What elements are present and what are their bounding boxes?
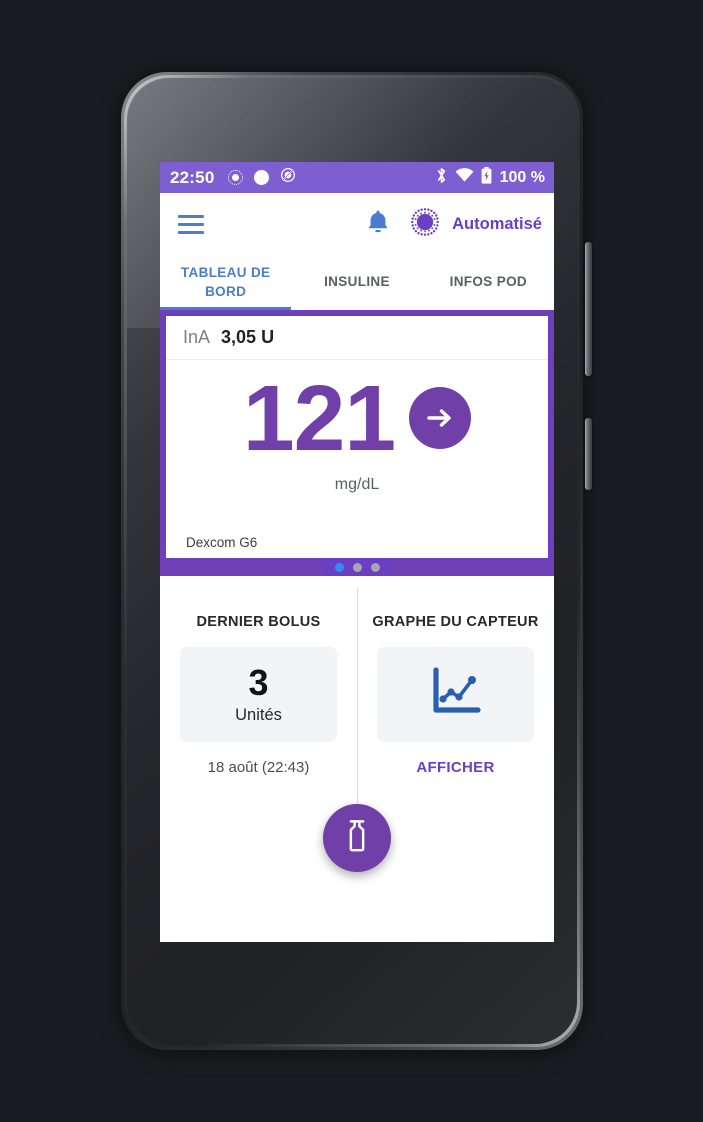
last-bolus-timestamp: 18 août (22:43) bbox=[207, 759, 310, 776]
automated-mode-label: Automatisé bbox=[452, 214, 542, 233]
last-bolus-section: DERNIER BOLUS 3 Unités 18 août (22:43) bbox=[160, 576, 357, 922]
tab-insuline[interactable]: INSULINE bbox=[291, 255, 422, 310]
screenshot-root: 22:50 100 % Automatisé TABLEAU DE BORD I… bbox=[0, 0, 703, 1122]
page-indicator[interactable] bbox=[322, 558, 392, 576]
glucose-reading-body: 121 mg/dL Dexcom G6 bbox=[166, 360, 548, 558]
iob-label: InA bbox=[183, 327, 211, 347]
volume-button[interactable] bbox=[585, 242, 592, 376]
battery-percent-label: 100 % bbox=[499, 168, 545, 186]
glucose-value: 121 bbox=[242, 366, 396, 470]
page-dot-3[interactable] bbox=[370, 562, 380, 572]
automated-mode-chip[interactable]: Automatisé bbox=[406, 203, 542, 246]
last-bolus-amount: 3 bbox=[248, 661, 269, 703]
recording-dot-icon bbox=[254, 170, 270, 185]
notification-bell-icon[interactable] bbox=[366, 209, 390, 240]
hamburger-line bbox=[178, 230, 204, 234]
tab-infos-pod[interactable]: INFOS POD bbox=[423, 255, 554, 310]
tab-tableau-de-bord[interactable]: TABLEAU DE BORD bbox=[160, 255, 291, 310]
add-bolus-fab[interactable] bbox=[323, 804, 391, 872]
glucose-card[interactable]: InA 3,05 U 121 mg/dL Dexcom G6 bbox=[163, 313, 551, 558]
panel-divider bbox=[357, 588, 358, 808]
sensor-graph-tile[interactable] bbox=[377, 647, 534, 742]
insulin-on-board-row: InA 3,05 U bbox=[166, 316, 548, 360]
hamburger-menu-icon[interactable] bbox=[178, 214, 204, 234]
wifi-icon bbox=[455, 167, 474, 188]
last-bolus-tile[interactable]: 3 Unités bbox=[180, 647, 337, 742]
page-dot-2[interactable] bbox=[352, 562, 362, 572]
automated-mode-icon bbox=[406, 203, 444, 246]
bluetooth-icon bbox=[435, 167, 448, 189]
battery-icon bbox=[481, 166, 492, 189]
glucose-reading-row: 121 bbox=[166, 366, 548, 470]
status-left-icons bbox=[228, 167, 296, 188]
app-bar: Automatisé bbox=[160, 193, 554, 255]
last-bolus-unit-label: Unités bbox=[235, 705, 282, 724]
glucose-sensor-source: Dexcom G6 bbox=[186, 535, 258, 550]
sensor-graph-view-button[interactable]: AFFICHER bbox=[416, 759, 494, 776]
iob-value: 3,05 U bbox=[221, 327, 275, 347]
do-not-disturb-icon bbox=[280, 167, 296, 188]
bottom-panel: DERNIER BOLUS 3 Unités 18 août (22:43) G… bbox=[160, 576, 554, 922]
glucose-card-container: InA 3,05 U 121 mg/dL Dexcom G6 bbox=[160, 310, 554, 558]
last-bolus-title: DERNIER BOLUS bbox=[196, 614, 321, 630]
hamburger-line bbox=[178, 222, 204, 226]
status-time: 22:50 bbox=[170, 167, 215, 187]
status-right-icons: 100 % bbox=[435, 166, 545, 189]
arrow-right-icon[interactable] bbox=[409, 387, 472, 450]
power-button[interactable] bbox=[585, 418, 592, 490]
tab-bar: TABLEAU DE BORD INSULINE INFOS POD bbox=[160, 255, 554, 310]
page-dot-1[interactable] bbox=[334, 562, 344, 572]
phone-screen: 22:50 100 % Automatisé TABLEAU DE BORD I… bbox=[160, 162, 554, 942]
glucose-unit: mg/dL bbox=[334, 476, 380, 494]
recording-ring-icon bbox=[228, 170, 244, 185]
sensor-graph-title: GRAPHE DU CAPTEUR bbox=[372, 614, 539, 630]
sensor-graph-section: GRAPHE DU CAPTEUR AFFICHER bbox=[357, 576, 554, 922]
line-chart-icon bbox=[429, 666, 483, 723]
status-bar: 22:50 100 % bbox=[160, 162, 554, 193]
hamburger-line bbox=[178, 214, 204, 218]
pager-strip bbox=[160, 558, 554, 576]
insulin-vial-icon bbox=[342, 819, 372, 858]
